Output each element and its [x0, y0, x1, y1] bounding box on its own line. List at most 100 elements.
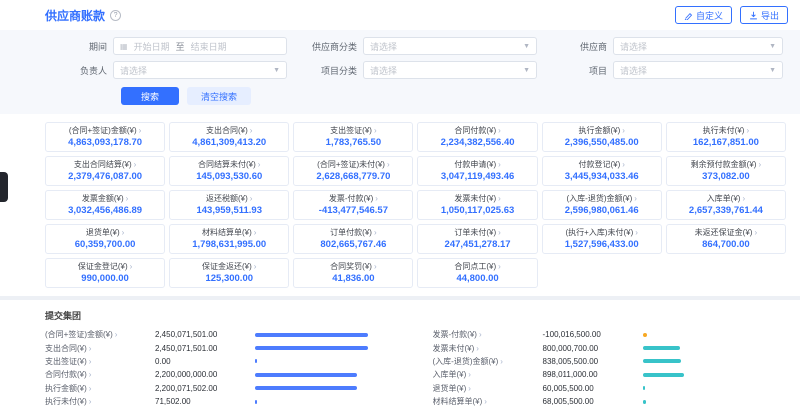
date-end-placeholder: 结束日期	[191, 40, 227, 53]
metric-bar	[255, 346, 368, 350]
summary-card[interactable]: 剩余预付款金额(¥) › 373,082.00	[666, 156, 786, 186]
summary-card[interactable]: 执行未付(¥) › 162,167,851.00	[666, 122, 786, 152]
metric-bar	[255, 373, 357, 377]
metric-label: 合同付款(¥)	[45, 369, 87, 380]
metric-row[interactable]: 合同付款(¥) › 2,200,000,000.00	[45, 368, 399, 381]
summary-card[interactable]: 付款登记(¥) › 3,445,934,033.46	[542, 156, 662, 186]
metric-row[interactable]: 入库单(¥) › 898,011,000.00	[433, 368, 787, 381]
customize-button[interactable]: 自定义	[675, 6, 732, 24]
metric-row[interactable]: 支出签证(¥) › 0.00	[45, 355, 399, 368]
summary-card[interactable]: 支出合同结算(¥) › 2,379,476,087.00	[45, 156, 165, 186]
metric-rows-right: 发票-付款(¥) › -100,016,500.00 发票未付(¥) › 800…	[433, 328, 787, 409]
summary-card[interactable]: 保证金登记(¥) › 990,000.00	[45, 258, 165, 288]
card-value: 3,445,934,033.46	[545, 171, 659, 182]
card-label: 材料结算单(¥)	[202, 227, 252, 238]
summary-card[interactable]: 保证金返还(¥) › 125,300.00	[169, 258, 289, 288]
summary-card[interactable]: 合同点工(¥) › 44,800.00	[417, 258, 537, 288]
summary-card[interactable]: 付款申请(¥) › 3,047,119,493.46	[417, 156, 537, 186]
metric-value: 0.00	[155, 357, 255, 366]
card-value: 1,798,631,995.00	[172, 239, 286, 250]
card-label: 合同结算未付(¥)	[198, 159, 256, 170]
summary-card[interactable]: 发票金额(¥) › 3,032,456,486.89	[45, 190, 165, 220]
supplier-select[interactable]: 请选择 ▼	[613, 37, 783, 55]
supplier-category-select[interactable]: 请选择 ▼	[363, 37, 537, 55]
metric-value: 60,005,500.00	[543, 384, 643, 393]
metric-label: 发票-付款(¥)	[433, 329, 477, 340]
chevron-right-icon: ›	[254, 228, 257, 237]
summary-card[interactable]: 材料结算单(¥) › 1,798,631,995.00	[169, 224, 289, 254]
export-button[interactable]: 导出	[740, 6, 788, 24]
filter-owner-field: 负责人 请选择 ▼	[45, 61, 287, 79]
chevron-right-icon: ›	[746, 126, 749, 135]
metric-row[interactable]: 执行未付(¥) › 71,502.00	[45, 395, 399, 408]
project-category-label: 项目分类	[295, 64, 357, 77]
metric-label: 发票未付(¥)	[433, 343, 475, 354]
chevron-right-icon: ›	[89, 357, 92, 366]
supplier-category-label: 供应商分类	[295, 40, 357, 53]
metric-bar-track	[255, 373, 399, 377]
summary-card[interactable]: 合同结算未付(¥) › 145,093,530.60	[169, 156, 289, 186]
group-name[interactable]: 提交集团	[45, 311, 81, 321]
metric-row[interactable]: 退货单(¥) › 60,005,500.00	[433, 382, 787, 395]
card-label: 未返还保证金(¥)	[695, 227, 753, 238]
card-label: 返还税额(¥)	[206, 193, 248, 204]
metric-bar-track	[255, 346, 399, 350]
card-label: 合同点工(¥)	[454, 261, 496, 272]
summary-card[interactable]: 发票未付(¥) › 1,050,117,025.63	[417, 190, 537, 220]
card-value: 2,657,339,761.44	[669, 205, 783, 216]
search-button[interactable]: 搜索	[121, 87, 179, 105]
metric-label: (入库-退货)金额(¥)	[433, 356, 499, 367]
summary-card[interactable]: 支出签证(¥) › 1,783,765.50	[293, 122, 413, 152]
summary-card[interactable]: (入库-退货)金额(¥) › 2,596,980,061.46	[542, 190, 662, 220]
card-value: 125,300.00	[172, 273, 286, 284]
card-value: 1,050,117,025.63	[420, 205, 534, 216]
summary-card[interactable]: 支出合同(¥) › 4,861,309,413.20	[169, 122, 289, 152]
summary-card[interactable]: 退货单(¥) › 60,359,700.00	[45, 224, 165, 254]
clear-search-button[interactable]: 清空搜索	[187, 87, 251, 105]
date-range-input[interactable]: ▦ 开始日期 至 结束日期	[113, 37, 287, 55]
summary-card[interactable]: 合同奖罚(¥) › 41,836.00	[293, 258, 413, 288]
metric-row[interactable]: 发票未付(¥) › 800,000,700.00	[433, 341, 787, 354]
summary-card[interactable]: 订单付款(¥) › 802,665,767.46	[293, 224, 413, 254]
summary-card[interactable]: (合同+签证)未付(¥) › 2,628,668,779.70	[293, 156, 413, 186]
owner-select[interactable]: 请选择 ▼	[113, 61, 287, 79]
summary-card[interactable]: (合同+签证)金额(¥) › 4,863,093,178.70	[45, 122, 165, 152]
summary-card[interactable]: 合同付款(¥) › 2,234,382,556.40	[417, 122, 537, 152]
chevron-right-icon: ›	[468, 384, 471, 393]
metric-value: -100,016,500.00	[543, 330, 643, 339]
card-value: 373,082.00	[669, 171, 783, 182]
help-icon[interactable]: ?	[110, 10, 121, 21]
summary-card[interactable]: (执行+入库)未付(¥) › 1,527,596,433.00	[542, 224, 662, 254]
project-select[interactable]: 请选择 ▼	[613, 61, 783, 79]
card-label: (合同+签证)金额(¥)	[69, 125, 137, 136]
metric-row[interactable]: 发票-付款(¥) › -100,016,500.00	[433, 328, 787, 341]
chevron-right-icon: ›	[126, 194, 129, 203]
summary-card[interactable]: 未返还保证金(¥) › 864,700.00	[666, 224, 786, 254]
card-value: 162,167,851.00	[669, 137, 783, 148]
owner-label: 负责人	[45, 64, 107, 77]
metric-row[interactable]: (入库-退货)金额(¥) › 838,005,500.00	[433, 355, 787, 368]
chevron-right-icon: ›	[122, 228, 125, 237]
chevron-right-icon: ›	[89, 384, 92, 393]
filter-actions: 搜索 清空搜索	[121, 87, 786, 105]
card-label: 支出合同(¥)	[206, 125, 248, 136]
metric-row[interactable]: 材料结算单(¥) › 68,005,500.00	[433, 395, 787, 408]
metric-label: 材料结算单(¥)	[433, 396, 483, 407]
chevron-right-icon: ›	[89, 397, 92, 406]
metric-row[interactable]: (合同+签证)金额(¥) › 2,450,071,501.00	[45, 328, 399, 341]
drawer-handle[interactable]	[0, 172, 8, 202]
summary-card[interactable]: 订单未付(¥) › 247,451,278.17	[417, 224, 537, 254]
summary-card[interactable]: 入库单(¥) › 2,657,339,761.44	[666, 190, 786, 220]
chevron-right-icon: ›	[130, 262, 133, 271]
chevron-right-icon: ›	[479, 330, 482, 339]
metric-row[interactable]: 支出合同(¥) › 2,450,071,501.00	[45, 341, 399, 354]
supplier-category-placeholder: 请选择	[370, 40, 397, 53]
metric-row[interactable]: 执行金额(¥) › 2,200,071,502.00	[45, 382, 399, 395]
summary-card[interactable]: 执行金额(¥) › 2,396,550,485.00	[542, 122, 662, 152]
project-category-select[interactable]: 请选择 ▼	[363, 61, 537, 79]
chevron-right-icon: ›	[89, 370, 92, 379]
summary-card[interactable]: 返还税额(¥) › 143,959,511.93	[169, 190, 289, 220]
chevron-down-icon: ▼	[523, 43, 530, 50]
summary-card[interactable]: 发票-付款(¥) › -413,477,546.57	[293, 190, 413, 220]
card-label: (合同+签证)未付(¥)	[317, 159, 385, 170]
